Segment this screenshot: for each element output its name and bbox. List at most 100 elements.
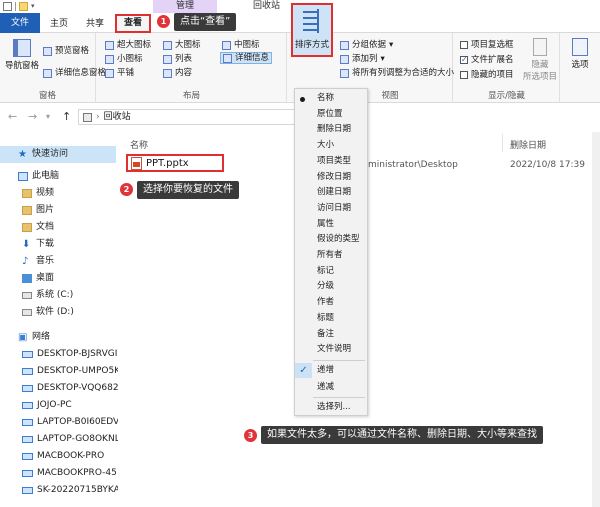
sort-option[interactable]: 作者 (295, 295, 367, 311)
column-divider[interactable] (502, 134, 503, 152)
sort-option[interactable]: 原位置 (295, 107, 367, 123)
sort-option[interactable]: 假设的类型 (295, 232, 367, 248)
sort-option[interactable]: 标记 (295, 264, 367, 280)
video-folder-icon (22, 189, 32, 198)
sort-ascending[interactable]: ✓ 递增 (295, 363, 367, 379)
nav-quick-access[interactable]: ★ 快速访问 (0, 146, 116, 163)
sort-option[interactable]: 大小 (295, 138, 367, 154)
sort-by-button[interactable]: 排序方式 (291, 3, 333, 57)
layout-large-icons[interactable]: 大图标 (163, 39, 201, 51)
sort-option[interactable]: 备注 (295, 327, 367, 343)
toolbar-divider (15, 2, 16, 11)
file-extensions-toggle[interactable]: 文件扩展名 (460, 54, 514, 66)
nav-videos[interactable]: 视频 (22, 185, 54, 202)
preview-pane-button[interactable]: 预览窗格 (43, 45, 89, 57)
up-arrow-icon[interactable]: ↑ (62, 110, 71, 123)
nav-host[interactable]: MACBOOKPRO-45 (22, 465, 118, 482)
layout-icon (163, 40, 172, 50)
sort-option[interactable]: 名称 (295, 91, 367, 107)
nav-this-pc[interactable]: 此电脑 (18, 168, 59, 185)
options-button[interactable]: 选项 (564, 38, 596, 70)
nav-host[interactable]: DESKTOP-BJSRVGI (22, 346, 118, 363)
layout-label: 列表 (175, 54, 193, 64)
column-header-deleted[interactable]: 删除日期 (510, 138, 546, 151)
details-pane-icon (43, 68, 52, 78)
layout-label: 中图标 (234, 40, 260, 50)
sort-option[interactable]: 修改日期 (295, 170, 367, 186)
manage-context-tab[interactable]: 管理 (153, 0, 217, 13)
item-checkboxes-label: 项目复选框 (471, 40, 514, 50)
nav-label: LAPTOP-B0I60EDV (37, 417, 118, 427)
sort-by-icon (303, 9, 321, 35)
nav-network[interactable]: ▣ 网络 (18, 329, 50, 346)
nav-label: 此电脑 (32, 171, 60, 181)
layout-list[interactable]: 列表 (163, 53, 192, 65)
layout-extra-large-icons[interactable]: 超大图标 (105, 39, 151, 51)
layout-icon (105, 40, 114, 50)
sort-option[interactable]: 属性 (295, 217, 367, 233)
step-3-badge: 3 (244, 429, 257, 442)
forward-arrow-icon[interactable]: → (28, 110, 37, 123)
new-folder-icon[interactable] (19, 2, 28, 11)
chevron-down-icon[interactable]: ▾ (31, 2, 40, 11)
nav-drive-c[interactable]: 系统 (C:) (22, 287, 73, 304)
hide-selected-button[interactable]: 隐藏 所选项目 (522, 38, 558, 82)
nav-host[interactable]: LAPTOP-GO8OKNL (22, 431, 118, 448)
group-by-button[interactable]: 分组依据 ▾ (340, 39, 393, 51)
choose-columns[interactable]: 选择列... (295, 400, 367, 416)
nav-host[interactable]: DESKTOP-UMPO5K (22, 363, 118, 380)
nav-downloads[interactable]: ⬇ 下载 (22, 236, 54, 253)
add-column-button[interactable]: 添加列 ▾ (340, 53, 385, 65)
navigation-pane: ★ 快速访问 此电脑 视频 图片 文档 ⬇ 下载 ♪ 音乐 桌面 系统 (C:) 软件… (0, 138, 118, 507)
nav-drive-d[interactable]: 软件 (D:) (22, 304, 74, 321)
nav-label: 桌面 (36, 273, 55, 283)
hidden-items-toggle[interactable]: 隐藏的项目 (460, 69, 514, 81)
layout-small-icons[interactable]: 小图标 (105, 53, 143, 65)
nav-music[interactable]: ♪ 音乐 (22, 253, 54, 270)
column-header-name[interactable]: 名称 (130, 138, 148, 151)
address-input[interactable]: › 回收站 (78, 109, 298, 125)
nav-host[interactable]: MACBOOK-PRO (22, 448, 118, 465)
tab-home[interactable]: 主页 (44, 15, 74, 33)
layout-tiles[interactable]: 平铺 (105, 67, 134, 79)
sort-option[interactable]: 文件说明 (295, 342, 367, 358)
sort-option[interactable]: 删除日期 (295, 122, 367, 138)
download-icon: ⬇ (22, 239, 31, 250)
sort-descending[interactable]: 递减 (295, 380, 367, 396)
file-row-ppt[interactable]: PPT.pptx (126, 154, 224, 172)
nav-host[interactable]: DESKTOP-VQQ682 (22, 380, 118, 397)
nav-host[interactable]: LAPTOP-B0I60EDV (22, 414, 118, 431)
sort-option[interactable]: 访问日期 (295, 201, 367, 217)
sort-option-label: 修改日期 (317, 171, 352, 182)
recycle-bin-icon (83, 112, 92, 122)
desktop-icon (22, 274, 32, 283)
file-extensions-label: 文件扩展名 (471, 55, 514, 65)
tab-view[interactable]: 查看 (115, 14, 151, 33)
nav-label: 视频 (36, 188, 55, 198)
back-arrow-icon[interactable]: ← (8, 110, 17, 123)
sort-option[interactable]: 所有者 (295, 248, 367, 264)
sort-option[interactable]: 项目类型 (295, 154, 367, 170)
nav-documents[interactable]: 文档 (22, 219, 54, 236)
tab-file[interactable]: 文件 (0, 13, 40, 33)
scrollbar[interactable] (592, 132, 600, 507)
layout-content[interactable]: 内容 (163, 67, 192, 79)
host-computer-icon (22, 419, 33, 426)
sort-option[interactable]: 标题 (295, 311, 367, 327)
layout-medium-icons[interactable]: 中图标 (222, 39, 260, 51)
nav-pictures[interactable]: 图片 (22, 202, 54, 219)
tab-share[interactable]: 共享 (80, 15, 110, 33)
layout-details[interactable]: 详细信息 (220, 52, 273, 64)
properties-icon[interactable] (3, 2, 12, 11)
sort-option[interactable]: 创建日期 (295, 185, 367, 201)
recent-chevron-icon[interactable]: ▾ (46, 112, 50, 121)
nav-host[interactable]: SK-20220715BYKA (22, 482, 118, 499)
item-checkboxes-toggle[interactable]: 项目复选框 (460, 39, 514, 51)
nav-host[interactable]: JOJO-PC (22, 397, 118, 414)
fit-columns-button[interactable]: 将所有列调整为合适的大小 (340, 67, 454, 79)
host-computer-icon (22, 351, 33, 358)
quick-access-toolbar: ▾ (3, 1, 40, 12)
sort-option[interactable]: 分级 (295, 279, 367, 295)
nav-desktop[interactable]: 桌面 (22, 270, 54, 287)
navigation-pane-button[interactable]: 导航窗格 (3, 39, 41, 71)
